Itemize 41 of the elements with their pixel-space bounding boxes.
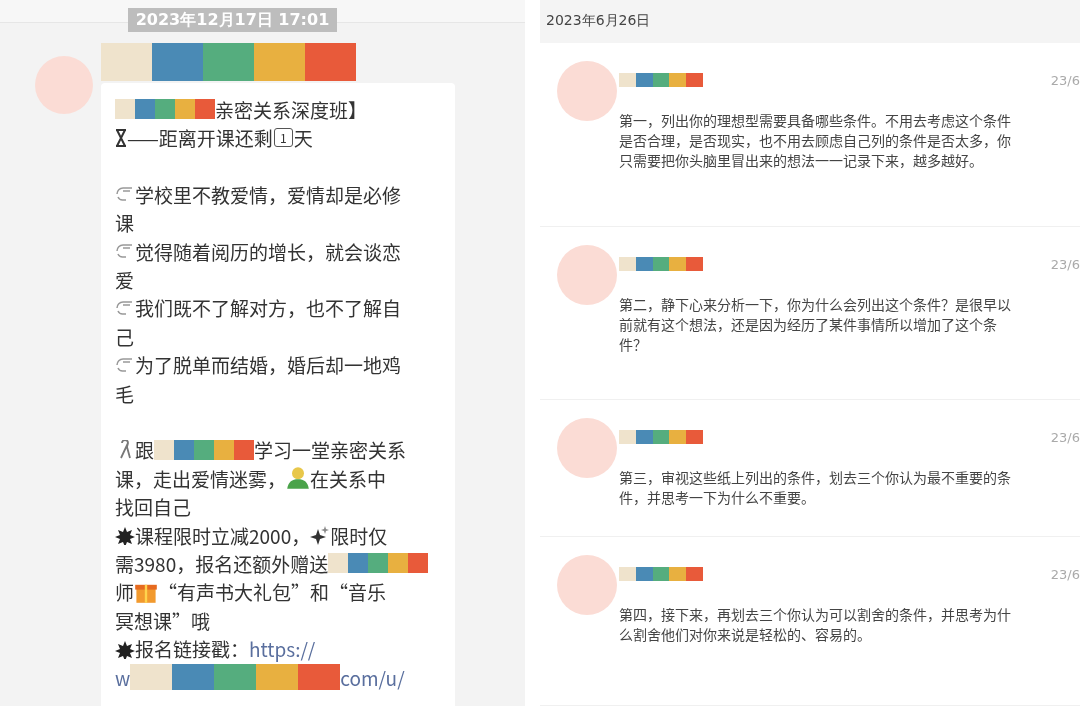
message-text: 亲密关系深度班】: [215, 95, 367, 123]
message-text: 课程限时立减2000，: [135, 521, 311, 549]
time-label: 23/6: [1050, 256, 1080, 272]
keycap-digit: 1: [273, 128, 293, 148]
message-text: 在关系中: [310, 464, 387, 492]
time-label: 23/6: [1050, 429, 1080, 445]
person-icon: [286, 466, 310, 491]
time-label: 23/6: [1050, 566, 1080, 582]
date-label: 2023年12月17日 17:01: [127, 8, 338, 32]
time-label: 23/6: [1050, 72, 1080, 88]
message-text: 学校里不教爱情，爱情却是必修: [135, 180, 401, 208]
link[interactable]: w: [115, 663, 131, 691]
message-text: 学习一堂亲密关系: [254, 436, 407, 464]
message-text: 跟: [135, 436, 154, 464]
message-text: 课，走出爱情迷雾，: [115, 464, 286, 492]
message-text: 找回自己: [115, 493, 191, 521]
comment-text: 第四，接下来，再划去三个你认为可以割舍的条件，并思考为什么割舍他们对你来说是轻松的、容易的。: [619, 603, 1012, 644]
comment-text: 第二，静下心来分析一下，你为什么会列出这个条件？是很早以前就有这个想法，还是因为经历了某件事情所以增加了这个条件？: [619, 293, 1012, 354]
message-text: 天: [293, 124, 313, 152]
comment-text: 第一，列出你的理想型需要具备哪些条件。不用去考虑这个条件是否合理，是否现实，也不用去顾虑自己列的条件是否太多，你只需要把你头脑里冒出来的想法一一记录下来，越多越好。: [619, 109, 1012, 170]
message-text: 己: [115, 322, 134, 350]
message-text: 师: [115, 578, 134, 606]
link[interactable]: com/u/: [340, 663, 405, 691]
message-text: “有声书大礼包”和“音乐: [158, 578, 387, 606]
message-text: 爱: [115, 266, 134, 294]
message-text: 报名链接戳：: [135, 635, 249, 663]
date-label: 2023年6月26日: [546, 12, 651, 31]
message-text: 毛: [115, 379, 134, 407]
message-text: 冥想课”哦: [115, 606, 210, 634]
hourglass-icon: [115, 127, 127, 148]
link[interactable]: https://: [249, 635, 316, 663]
sparkle-icon: [310, 525, 331, 546]
message-text: 课: [115, 209, 134, 237]
message-text: 我们既不了解对方，也不了解自: [135, 294, 401, 322]
message-text: 需3980，报名还额外赠送: [115, 549, 329, 577]
burst-icon: [115, 525, 135, 546]
message-text: 觉得随着阅历的增长，就会谈恋: [135, 237, 401, 265]
message-text: 为了脱单而结婚，婚后却一地鸡: [135, 351, 401, 379]
message-text: ——距离开课还剩: [127, 124, 273, 152]
message-text: 限时仅: [330, 521, 388, 549]
comment-text: 第三，审视这些纸上列出的条件，划去三个你认为最不重要的条件，并思考一下为什么不重要。: [619, 466, 1012, 507]
